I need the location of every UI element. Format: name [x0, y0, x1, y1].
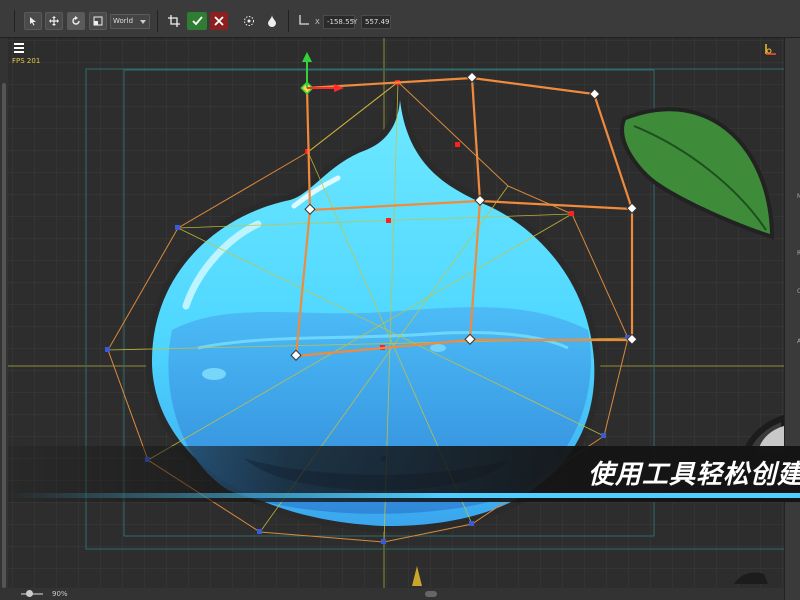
menu-button[interactable] [12, 39, 32, 55]
x-label: X [315, 18, 320, 26]
scale-tool-button[interactable] [89, 12, 107, 30]
crop-icon [168, 15, 180, 27]
top-toolbar: World X -158.55 Y 557.49 [0, 0, 800, 38]
promo-banner-text: 使用工具轻松创建 [588, 460, 800, 490]
drop-tool-button[interactable] [263, 12, 281, 30]
select-arrow-icon [30, 17, 36, 26]
scrollbar-thumb[interactable] [2, 83, 6, 588]
scene-viewport[interactable] [8, 38, 784, 588]
drop-icon [268, 15, 276, 27]
coordinate-space-select[interactable]: World [110, 14, 150, 29]
inspector-panel-edge: N R C A [784, 38, 800, 600]
toolbar-separator [14, 10, 15, 32]
rotate-icon [72, 16, 80, 25]
fps-counter: FPS 201 [12, 57, 41, 65]
select-tool-button[interactable] [24, 12, 42, 30]
zoom-slider-knob[interactable] [26, 590, 33, 597]
bubble [430, 344, 446, 352]
menu-icon [14, 43, 24, 53]
pivot-icon [244, 16, 254, 26]
left-scrollbar[interactable] [0, 38, 8, 600]
promo-banner-line [8, 493, 800, 498]
toolbar-separator [157, 10, 158, 32]
toolbar-separator [288, 10, 289, 32]
bottom-status-bar: 90% [0, 588, 784, 600]
coordinate-space-value: World [113, 17, 134, 25]
crop-tool-button[interactable] [165, 12, 183, 30]
scale-icon [93, 16, 103, 26]
scene-canvas[interactable] [8, 38, 784, 588]
x-coordinate-field[interactable]: -158.55 [323, 15, 355, 29]
pivot-tool-button[interactable] [240, 12, 258, 30]
cancel-button[interactable] [210, 12, 228, 30]
confirm-button[interactable] [187, 12, 207, 30]
chevron-down-icon [140, 20, 146, 24]
axis-icon [299, 15, 309, 25]
check-icon [191, 16, 203, 26]
close-icon [214, 16, 224, 26]
move-icon [49, 16, 59, 26]
bubble [202, 368, 226, 380]
rotate-tool-button[interactable] [67, 12, 85, 30]
y-coordinate-field[interactable]: 557.49 [361, 15, 391, 29]
y-label: Y [353, 18, 358, 26]
zoom-level: 90% [52, 590, 68, 598]
move-tool-button[interactable] [45, 12, 63, 30]
horizontal-scrollbar-thumb[interactable] [425, 591, 437, 597]
